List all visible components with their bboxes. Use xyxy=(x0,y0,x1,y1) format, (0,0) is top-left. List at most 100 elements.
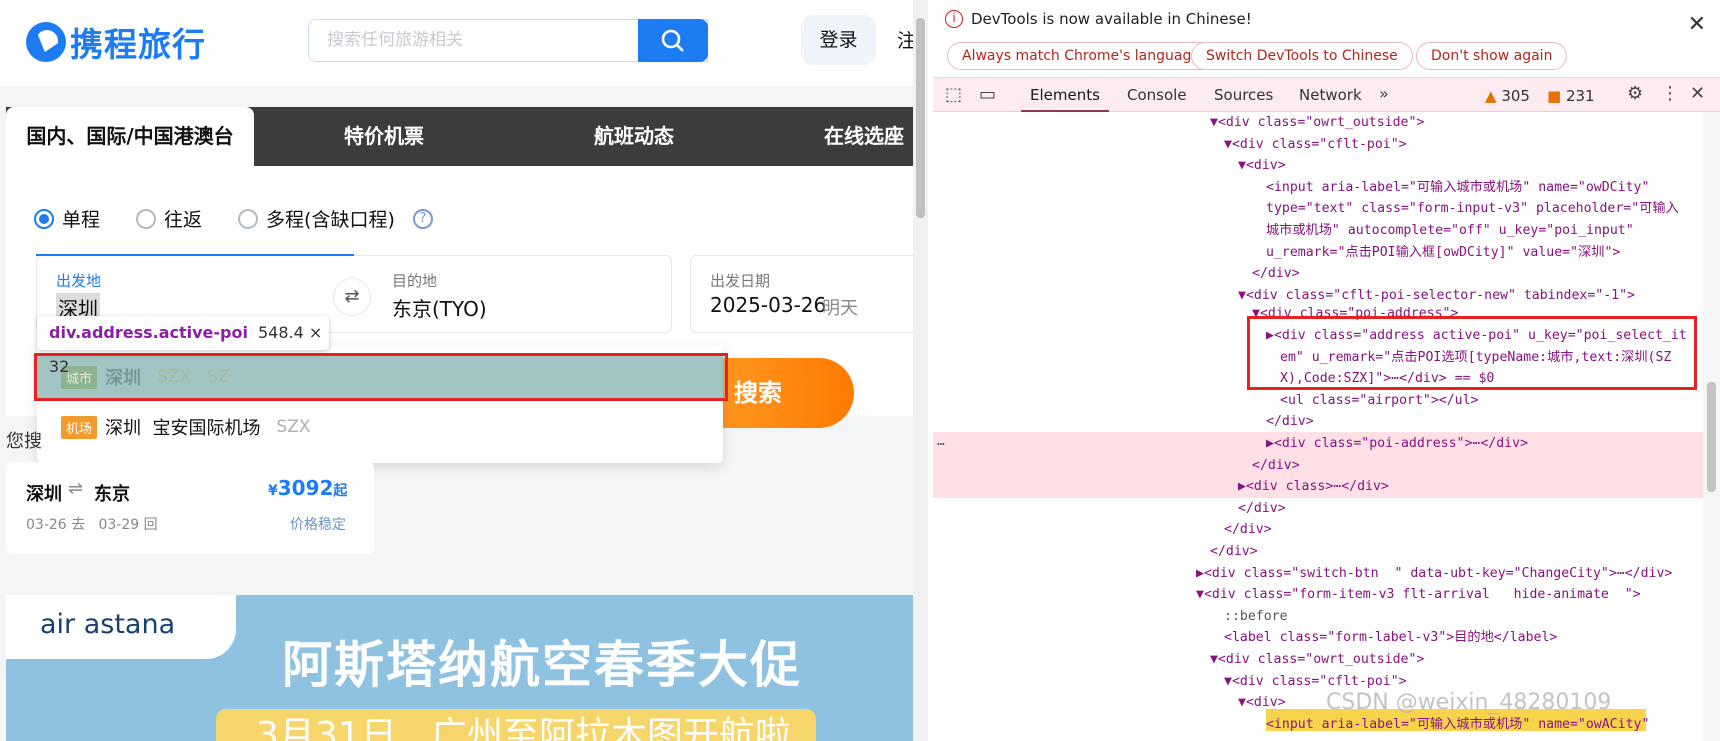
trip-type-radios: 单程 往返 多程(含缺口程) ? xyxy=(34,205,433,232)
dom-line[interactable]: type="text" class="form-input-v3" placeh… xyxy=(1266,198,1679,220)
more-tabs-icon[interactable]: » xyxy=(1379,84,1389,103)
dom-line[interactable]: </div> xyxy=(1224,519,1272,541)
switch-chinese-button[interactable]: Switch DevTools to Chinese xyxy=(1191,42,1413,70)
dom-line[interactable]: ::before xyxy=(1224,606,1288,628)
tooltip-selector: div.address.active-poi xyxy=(49,323,248,342)
tab-console[interactable]: Console xyxy=(1127,78,1187,112)
dom-line[interactable]: <label class="form-label-v3">目的地</label> xyxy=(1224,627,1557,649)
dom-line[interactable]: u_remark="点击POI输入框[owDCity]" value="深圳"> xyxy=(1266,242,1620,264)
gear-icon[interactable]: ⚙ xyxy=(1627,83,1643,104)
to-input[interactable]: 东京(TYO) xyxy=(392,293,487,322)
website-panel: 携程旅行 搜索任何旅游相关 登录 注 国内、国际/中国港澳台 特价机票 航班动态… xyxy=(0,0,928,741)
inspect-icon[interactable]: ⬚ xyxy=(945,84,962,105)
price-suffix: 起 xyxy=(333,483,348,499)
round-trip-radio[interactable] xyxy=(136,208,157,229)
tab-domestic-intl[interactable]: 国内、国际/中国港澳台 xyxy=(6,107,254,166)
warning-count[interactable]: ▲ 305 xyxy=(1485,87,1530,105)
dont-show-button[interactable]: Don't show again xyxy=(1416,42,1568,70)
dom-line[interactable]: ▼<div class="cflt-poi"> xyxy=(1224,134,1407,156)
dom-line[interactable]: ▶<div class>⋯</div> xyxy=(1238,476,1389,498)
page-scrollbar[interactable] xyxy=(913,0,928,741)
node-menu-dots[interactable]: ⋯ xyxy=(937,434,945,456)
dom-line[interactable]: ▼<div class="owrt_outside"> xyxy=(1210,649,1424,671)
site-header: 携程旅行 搜索任何旅游相关 登录 注 xyxy=(0,0,928,86)
error-count[interactable]: ■ 231 xyxy=(1547,87,1595,105)
error-icon: ■ xyxy=(1547,87,1562,105)
dom-line[interactable]: <input aria-label="可输入城市或机场" name="owACi… xyxy=(1266,714,1649,736)
dom-line[interactable]: ▼<div> xyxy=(1238,155,1286,177)
tab-seat-selection[interactable]: 在线选座 xyxy=(784,107,928,166)
ad-brand: air astana xyxy=(40,609,176,640)
dom-line[interactable]: ▼<div class="cflt-poi"> xyxy=(1224,671,1407,693)
ctrip-logo[interactable]: 携程旅行 xyxy=(26,20,206,64)
warning-icon: ▲ xyxy=(1485,87,1497,105)
match-language-button[interactable]: Always match Chrome's language xyxy=(947,42,1215,70)
dom-line[interactable]: ▶<div class="poi-address">⋯</div> xyxy=(1266,433,1528,455)
active-field-underline xyxy=(36,254,354,256)
site-search-button[interactable] xyxy=(638,19,708,62)
to-label: 目的地 xyxy=(392,272,438,290)
notice-text: DevTools is now available in Chinese! xyxy=(971,10,1252,28)
logo-text: 携程旅行 xyxy=(70,25,206,64)
price-value: 3092 xyxy=(277,476,334,500)
tab-flight-status[interactable]: 航班动态 xyxy=(534,107,734,166)
dom-line[interactable]: <ul class="airport"></ul> xyxy=(1280,390,1479,412)
close-devtools-icon[interactable]: ✕ xyxy=(1690,83,1705,104)
scroll-thumb[interactable] xyxy=(916,18,925,218)
dolphin-icon xyxy=(26,22,66,62)
tab-elements[interactable]: Elements xyxy=(1021,78,1109,112)
one-way-label: 单程 xyxy=(62,209,101,231)
login-button[interactable]: 登录 xyxy=(801,15,876,65)
dom-line[interactable]: <input aria-label="可输入城市或机场" name="owDCi… xyxy=(1266,177,1649,199)
devtools-panel: i DevTools is now available in Chinese! A… xyxy=(933,0,1720,741)
close-icon[interactable]: ✕ xyxy=(1688,12,1706,37)
scroll-thumb[interactable] xyxy=(1707,382,1716,492)
elements-tree: ⋯ ▼<div class="owrt_outside"> ▼<div clas… xyxy=(933,112,1703,741)
ad-subtitle: 3月31日 广州至阿拉木图开航啦 xyxy=(216,709,816,741)
dom-line[interactable]: 城市或机场" autocomplete="off" u_key="poi_inp… xyxy=(1266,220,1634,242)
highlight-red-box xyxy=(1247,316,1697,390)
from-label: 出发地 xyxy=(56,272,102,290)
highlight-red-box xyxy=(34,353,728,401)
language-notice: i DevTools is now available in Chinese! A… xyxy=(933,0,1720,78)
recent-search-card[interactable]: 深圳 ⇌ 东京 ¥3092起 03-26 去 03-29 回 价格稳定 xyxy=(6,462,374,554)
card-status: 价格稳定 xyxy=(290,517,346,533)
dom-line[interactable]: ▼<div class="owrt_outside"> xyxy=(1210,112,1424,134)
devtools-toolbar: ⬚ ▭ Elements Console Sources Network » ▲… xyxy=(933,78,1720,112)
swap-cities-button[interactable]: ⇄ xyxy=(333,278,371,316)
price-currency: ¥ xyxy=(268,483,278,499)
air-astana-logo: air astana xyxy=(6,595,236,659)
inspect-tooltip: div.address.active-poi 548.4 × 32 xyxy=(37,316,329,376)
dom-line[interactable]: </div> xyxy=(1266,411,1314,433)
card-dates: 03-26 去 03-29 回 xyxy=(26,517,158,533)
date-label: 出发日期 xyxy=(710,272,771,290)
search-icon xyxy=(661,29,684,52)
tab-network[interactable]: Network xyxy=(1299,78,1362,112)
card-from: 深圳 xyxy=(26,484,62,505)
tab-special-tickets[interactable]: 特价机票 xyxy=(284,107,484,166)
promo-banner[interactable]: air astana 阿斯塔纳航空春季大促 3月31日 广州至阿拉木图开航啦 xyxy=(6,595,928,741)
dom-line[interactable]: ▼<div class="form-item-v3 flt-arrival hi… xyxy=(1196,584,1641,606)
dom-line[interactable]: </div> xyxy=(1252,455,1300,477)
warning-value: 305 xyxy=(1501,87,1530,105)
dom-line[interactable]: </div> xyxy=(1238,498,1286,520)
one-way-radio[interactable] xyxy=(34,208,54,229)
dom-line[interactable]: </div> xyxy=(1252,263,1300,285)
recent-search-label: 您搜 xyxy=(6,431,42,452)
poi-option-airport[interactable]: 机场 深圳 宝安国际机场 SZX xyxy=(37,405,723,449)
dom-line[interactable]: </div> xyxy=(1210,541,1258,563)
airport-tag: 机场 xyxy=(61,415,98,439)
dom-line[interactable]: ▶<div class="switch-btn " data-ubt-key="… xyxy=(1196,563,1672,585)
device-toggle-icon[interactable]: ▭ xyxy=(979,84,996,105)
kebab-menu-icon[interactable]: ⋮ xyxy=(1661,83,1679,104)
multi-city-radio[interactable] xyxy=(238,208,259,229)
help-icon[interactable]: ? xyxy=(412,208,433,229)
info-icon: i xyxy=(945,10,963,28)
round-trip-icon: ⇌ xyxy=(68,478,84,499)
card-price: ¥3092起 xyxy=(268,476,347,500)
elements-scrollbar[interactable] xyxy=(1703,112,1720,741)
tab-sources[interactable]: Sources xyxy=(1214,78,1273,112)
round-trip-label: 往返 xyxy=(164,209,203,231)
option-code: SZX xyxy=(276,417,311,437)
watermark: CSDN @weixin_48280109 xyxy=(1326,690,1612,715)
